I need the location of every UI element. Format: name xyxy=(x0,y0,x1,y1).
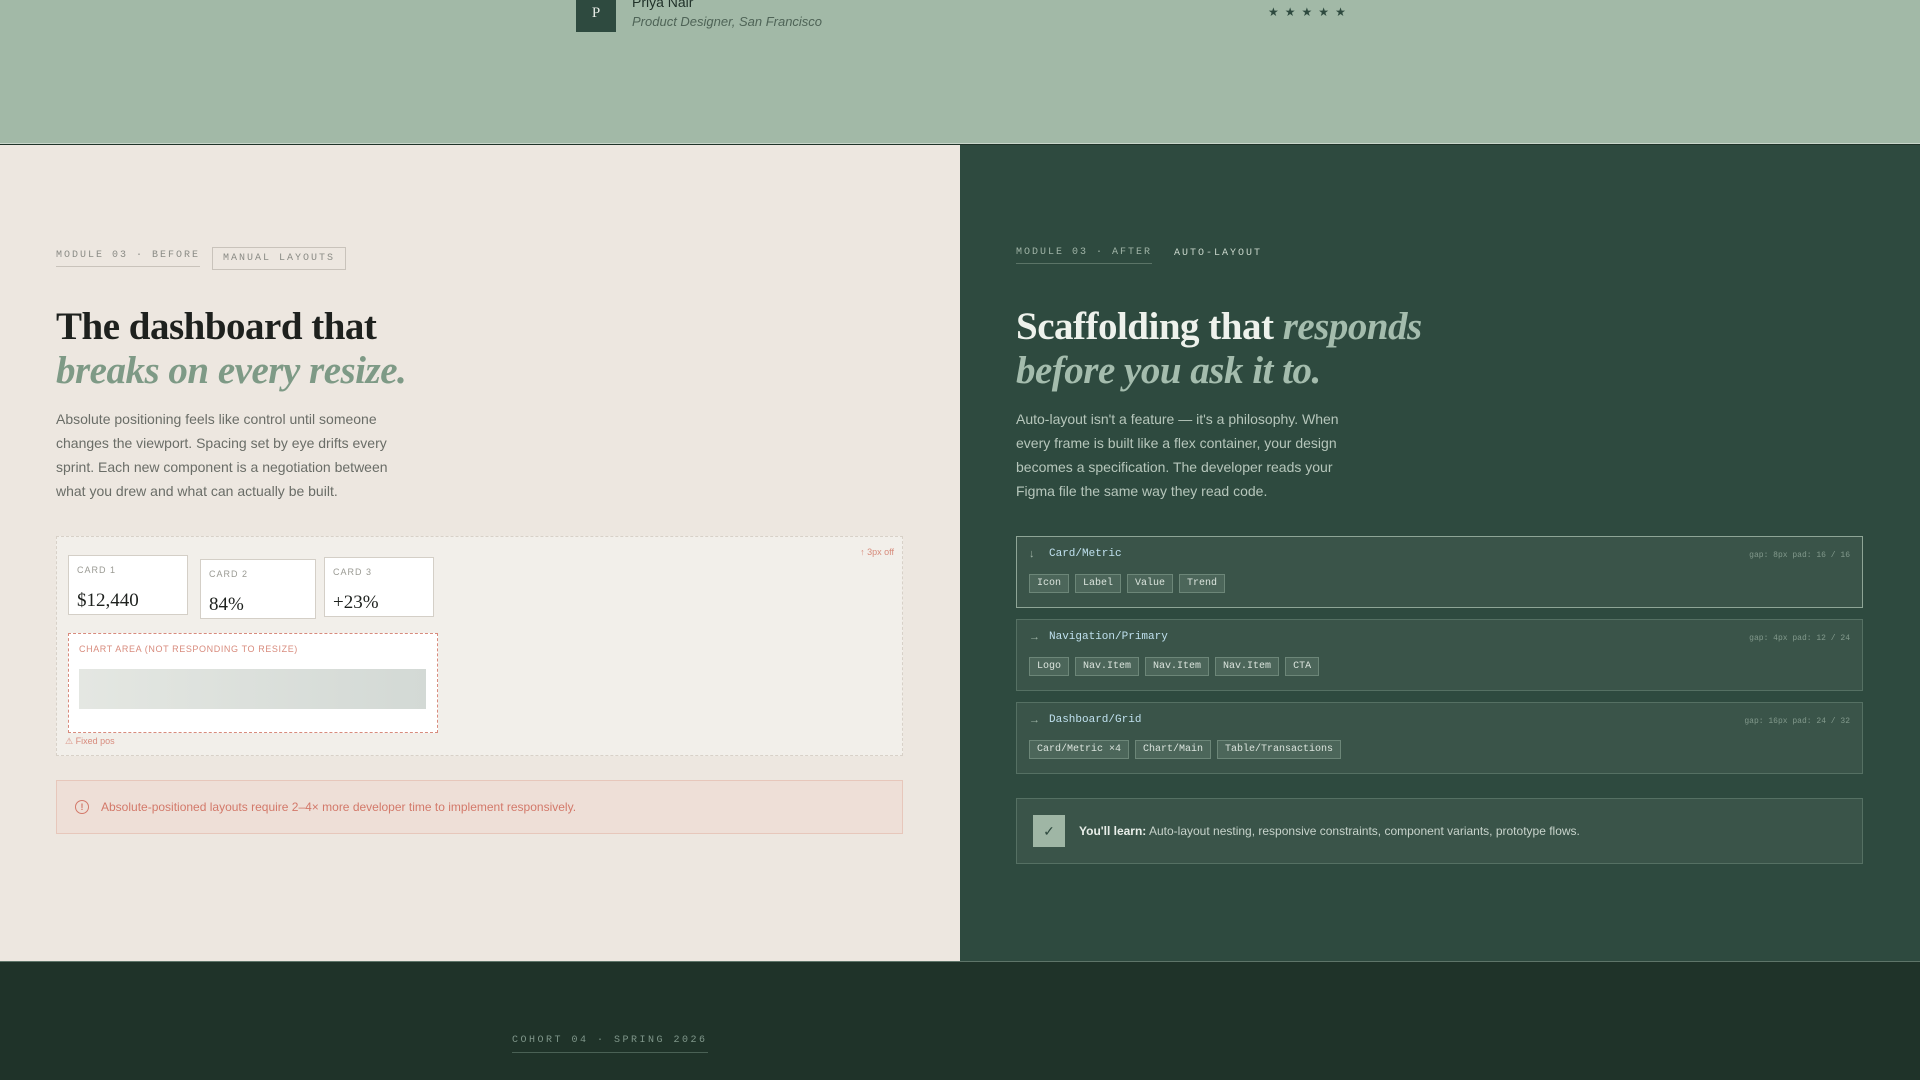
metric-card: CARD 1 $12,440 xyxy=(68,555,188,615)
before-paragraph: Absolute positioning feels like control … xyxy=(56,411,388,499)
star-icon: ★ xyxy=(1284,5,1296,19)
component-navigation-primary[interactable]: → Navigation/Primary gap: 4px pad: 12 / … xyxy=(1016,619,1863,691)
chart-area: CHART AREA (NOT RESPONDING TO RESIZE) xyxy=(68,633,438,733)
arrow-right-icon: → xyxy=(1029,631,1040,643)
check-icon: ✓ xyxy=(1033,815,1065,847)
learn-description: Auto-layout nesting, responsive constrai… xyxy=(1146,824,1580,838)
arrow-down-icon: ↓ xyxy=(1029,548,1035,560)
component-name: Card/Metric xyxy=(1049,548,1122,560)
star-icon: ★ xyxy=(1301,5,1313,19)
alert-text: Absolute-positioned layouts require 2–4×… xyxy=(101,800,577,814)
metric-card: CARD 3 +23% xyxy=(324,557,434,617)
after-tag-row: MODULE 03 · AFTER AUTO-LAYOUT xyxy=(1016,247,1272,264)
after-paragraph: Auto-layout isn't a feature — it's a phi… xyxy=(1016,411,1339,499)
layer-chip[interactable]: Nav.Item xyxy=(1075,657,1140,676)
headline-line-1: The dashboard that xyxy=(56,305,377,348)
component-card-metric[interactable]: ↓ Card/Metric gap: 8px pad: 16 / 16 Icon… xyxy=(1016,536,1863,608)
star-icon: ★ xyxy=(1268,5,1279,19)
card-label: CARD 1 xyxy=(77,565,117,575)
cohort-label: COHORT 04 · SPRING 2026 xyxy=(512,1035,708,1053)
component-name: Navigation/Primary xyxy=(1049,631,1168,643)
learning-outcomes: ✓ You'll learn: Auto-layout nesting, res… xyxy=(1016,798,1863,864)
layer-chip[interactable]: Trend xyxy=(1179,574,1226,593)
layer-chip[interactable]: Card/Metric ×4 xyxy=(1029,740,1130,759)
component-name: Dashboard/Grid xyxy=(1049,714,1142,726)
auto-layout-badge: AUTO-LAYOUT xyxy=(1174,247,1263,259)
layer-chip[interactable]: Label xyxy=(1075,574,1122,593)
learn-text: You'll learn: Auto-layout nesting, respo… xyxy=(1079,824,1580,838)
card-label: CARD 3 xyxy=(333,567,373,577)
avatar: P xyxy=(576,0,616,32)
layer-chip[interactable]: Logo xyxy=(1029,657,1070,676)
component-dashboard-grid[interactable]: → Dashboard/Grid gap: 16px pad: 24 / 32 … xyxy=(1016,702,1863,774)
metric-card: CARD 2 84% xyxy=(200,559,316,619)
module-tag: MODULE 03 · BEFORE xyxy=(56,250,201,267)
component-children: Card/Metric ×4 Chart/Main Table/Transact… xyxy=(1029,740,1342,759)
before-headline: The dashboard that breaks on every resiz… xyxy=(56,305,407,393)
component-children: Icon Label Value Trend xyxy=(1029,574,1226,593)
footer: COHORT 04 · SPRING 2026 xyxy=(0,961,1920,1080)
layer-chip[interactable]: Nav.Item xyxy=(1145,657,1210,676)
component-children: Logo Nav.Item Nav.Item Nav.Item CTA xyxy=(1029,657,1320,676)
chart-placeholder-bar xyxy=(79,669,426,709)
component-spacing: gap: 4px pad: 12 / 24 xyxy=(1749,634,1850,643)
testimonial-name: Priya Nair xyxy=(632,0,694,10)
card-value: $12,440 xyxy=(77,590,139,611)
headline-line-2: before you ask it to. xyxy=(1016,349,1321,392)
chart-area-label: CHART AREA (NOT RESPONDING TO RESIZE) xyxy=(79,644,298,654)
layer-chip[interactable]: Icon xyxy=(1029,574,1070,593)
star-icon: ★ xyxy=(1318,5,1330,19)
component-spacing: gap: 8px pad: 16 / 16 xyxy=(1749,551,1850,560)
fixed-pos-warning: ⚠ Fixed pos xyxy=(65,736,115,746)
after-panel: MODULE 03 · AFTER AUTO-LAYOUT Scaffoldin… xyxy=(960,145,1920,961)
star-rating: ★ ★ ★ ★ ★ xyxy=(1268,5,1346,19)
module-tag: MODULE 03 · AFTER xyxy=(1016,247,1153,264)
layer-chip[interactable]: CTA xyxy=(1285,657,1320,676)
card-value: +23% xyxy=(333,592,379,613)
star-icon: ★ xyxy=(1335,5,1346,19)
headline-line-2: breaks on every resize. xyxy=(56,349,407,392)
testimonial-band: P Priya Nair Product Designer, San Franc… xyxy=(0,0,1920,144)
broken-dashboard-mockup: ↑ 3px off CARD 1 $12,440 CARD 2 84% CARD… xyxy=(56,536,903,756)
layer-chip[interactable]: Value xyxy=(1127,574,1174,593)
before-tag-row: MODULE 03 · BEFORE MANUAL LAYOUTS xyxy=(56,247,347,270)
arrow-right-icon: → xyxy=(1029,714,1040,726)
alert-icon: ! xyxy=(75,800,89,814)
before-panel: MODULE 03 · BEFORE MANUAL LAYOUTS The da… xyxy=(0,145,960,961)
layer-chip[interactable]: Chart/Main xyxy=(1135,740,1212,759)
learn-label: You'll learn: xyxy=(1079,824,1147,838)
headline-line-1: Scaffolding that xyxy=(1016,305,1283,348)
component-spacing: gap: 16px pad: 24 / 32 xyxy=(1744,717,1850,726)
layer-chip[interactable]: Nav.Item xyxy=(1215,657,1280,676)
layer-chip[interactable]: Table/Transactions xyxy=(1217,740,1342,759)
offset-warning: ↑ 3px off xyxy=(860,547,894,557)
after-headline: Scaffolding that responds before you ask… xyxy=(1016,305,1422,393)
manual-layouts-badge: MANUAL LAYOUTS xyxy=(212,247,347,270)
card-value: 84% xyxy=(209,594,244,615)
testimonial-role: Product Designer, San Francisco xyxy=(632,14,823,29)
card-label: CARD 2 xyxy=(209,569,249,579)
headline-emphasis: responds xyxy=(1282,305,1423,348)
warning-alert: ! Absolute-positioned layouts require 2–… xyxy=(56,780,903,834)
